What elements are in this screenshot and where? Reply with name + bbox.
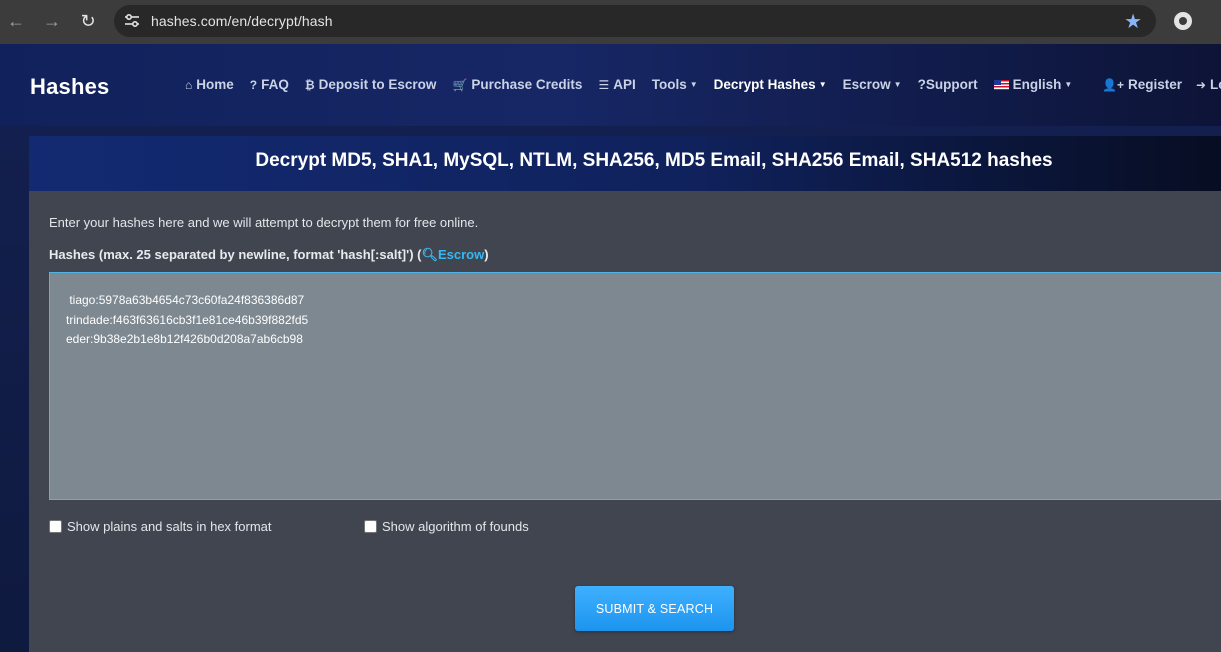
sign-in-icon: ➜ xyxy=(1195,77,1207,92)
nav-item-label: English xyxy=(1012,77,1062,92)
page-title: Decrypt MD5, SHA1, MySQL, NTLM, SHA256, … xyxy=(255,150,1053,171)
reload-icon[interactable]: ↻ xyxy=(76,9,100,33)
nav-item-support[interactable]: ?Support xyxy=(918,77,978,92)
site-navbar: Hashes ⌂ Home? FAQ ₿ Deposit to Escrow 🛒 Purch… xyxy=(0,44,1221,126)
hashes-textarea[interactable]: tiago:5978a63b4654c73c60fa24f836386d87 t… xyxy=(49,272,1221,500)
hashes-label-text: Hashes (max. 25 separated by newline, fo… xyxy=(49,247,422,262)
nav-item-faq[interactable]: ? FAQ xyxy=(250,77,289,92)
hashes-label-end: ) xyxy=(484,247,489,262)
nav-item-label: ?Support xyxy=(917,77,978,92)
nav-item-tools[interactable]: Tools ▼ xyxy=(652,77,698,92)
site-info-icon[interactable] xyxy=(122,11,142,31)
login-link[interactable]: ➜ Log xyxy=(1196,77,1221,92)
nav-item-deposit-to-escrow[interactable]: ₿ Deposit to Escrow xyxy=(305,77,437,92)
address-bar[interactable]: hashes.com/en/decrypt/hash ★ xyxy=(114,5,1156,37)
hex-format-checkbox[interactable]: Show plains and salts in hex format xyxy=(49,519,272,534)
home-icon: ⌂ xyxy=(185,77,193,92)
nav-item-purchase-credits[interactable]: 🛒 Purchase Credits xyxy=(452,77,582,92)
submit-search-button[interactable]: SUBMIT & SEARCH xyxy=(575,586,734,631)
nav-item-label: API xyxy=(613,77,636,92)
url-text[interactable]: hashes.com/en/decrypt/hash xyxy=(151,13,333,29)
intro-text: Enter your hashes here and we will attem… xyxy=(49,215,479,230)
show-algorithm-checkbox[interactable]: Show algorithm of founds xyxy=(364,519,529,534)
nav-item-label: Home xyxy=(196,77,234,92)
question-icon: ? xyxy=(249,77,258,92)
search-icon: 🔍︎ xyxy=(421,247,438,262)
escrow-link[interactable]: 🔍︎Escrow xyxy=(421,247,484,262)
escrow-link-label: Escrow xyxy=(437,247,485,262)
nav-item-label: Escrow xyxy=(842,77,891,92)
back-arrow-icon[interactable]: ← xyxy=(4,9,28,33)
hex-format-label: Show plains and salts in hex format xyxy=(67,519,272,534)
nav-item-label: Decrypt Hashes xyxy=(713,77,816,92)
main-menu: ⌂ Home? FAQ ₿ Deposit to Escrow 🛒 Purchase Cre… xyxy=(185,77,1072,92)
register-label: Register xyxy=(1127,77,1182,92)
nav-item-label: Deposit to Escrow xyxy=(318,77,437,92)
user-plus-icon: 👤+ xyxy=(1102,77,1124,92)
decrypt-card: Decrypt MD5, SHA1, MySQL, NTLM, SHA256, … xyxy=(29,136,1221,652)
caret-down-icon: ▼ xyxy=(818,80,827,89)
caret-down-icon: ▼ xyxy=(893,80,902,89)
nav-item-api[interactable]: ☰ API xyxy=(598,77,635,92)
extension-icon[interactable] xyxy=(1174,12,1192,30)
checkbox-box[interactable] xyxy=(49,520,62,533)
card-header: Decrypt MD5, SHA1, MySQL, NTLM, SHA256, … xyxy=(29,136,1221,191)
caret-down-icon: ▼ xyxy=(1064,80,1073,89)
hashes-field-label: Hashes (max. 25 separated by newline, fo… xyxy=(49,247,489,263)
bitcoin-icon: ₿ xyxy=(304,77,315,92)
checkbox-box[interactable] xyxy=(364,520,377,533)
nav-item-label: FAQ xyxy=(261,77,289,92)
nav-item-decrypt-hashes[interactable]: Decrypt Hashes ▼ xyxy=(714,77,827,92)
account-menu: 👤+ Register ➜ Log xyxy=(1102,77,1221,92)
show-algorithm-label: Show algorithm of founds xyxy=(382,519,529,534)
api-icon: ☰ xyxy=(598,77,610,92)
us-flag-icon xyxy=(993,79,1009,90)
bookmark-star-icon[interactable]: ★ xyxy=(1124,9,1142,34)
cart-icon: 🛒 xyxy=(452,77,468,92)
nav-item-escrow[interactable]: Escrow ▼ xyxy=(843,77,902,92)
login-label: Log xyxy=(1210,77,1221,92)
forward-arrow-icon[interactable]: → xyxy=(40,9,64,33)
register-link[interactable]: 👤+ Register xyxy=(1102,77,1182,92)
site-logo[interactable]: Hashes xyxy=(30,74,109,100)
nav-item-label: Tools xyxy=(651,77,687,92)
nav-item-english[interactable]: English ▼ xyxy=(993,77,1073,92)
caret-down-icon: ▼ xyxy=(689,80,698,89)
browser-toolbar: ← → ↻ hashes.com/en/decrypt/hash ★ xyxy=(0,0,1221,44)
nav-item-label: Purchase Credits xyxy=(471,77,583,92)
nav-item-home[interactable]: ⌂ Home xyxy=(185,77,234,92)
